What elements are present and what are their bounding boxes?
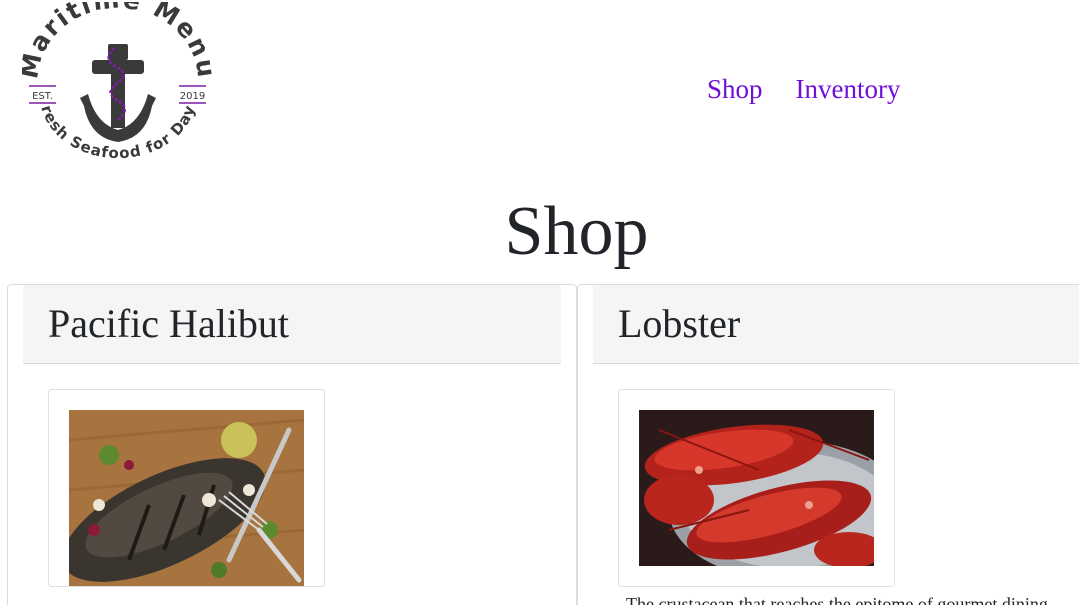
card-header: Pacific Halibut	[23, 285, 561, 364]
svg-text:2019: 2019	[180, 91, 205, 102]
main-nav: Shop Inventory	[707, 72, 901, 106]
grilled-fish-photo-icon	[69, 410, 304, 586]
nav-link-shop[interactable]: Shop	[707, 72, 763, 106]
svg-text:EST.: EST.	[32, 91, 53, 102]
product-description: The crustacean that reaches the epitome …	[626, 594, 1048, 605]
page-title: Shop	[504, 193, 649, 270]
site-logo[interactable]: Maritime Menu Fresh Seafood for Days EST…	[22, 2, 212, 174]
product-title: Lobster	[618, 301, 741, 346]
nav-link-inventory[interactable]: Inventory	[796, 72, 901, 106]
anchor-logo-icon: Maritime Menu Fresh Seafood for Days EST…	[22, 2, 212, 162]
product-thumbnail[interactable]	[48, 389, 325, 587]
page: Maritime Menu Fresh Seafood for Days EST…	[0, 0, 1079, 605]
lobster-photo-icon	[639, 410, 874, 566]
product-card-pacific-halibut[interactable]: Pacific Halibut	[7, 284, 577, 605]
product-card-lobster[interactable]: Lobster The crustacean that reaches the …	[577, 284, 1079, 605]
product-thumbnail[interactable]	[618, 389, 895, 587]
product-title: Pacific Halibut	[48, 301, 290, 346]
card-header: Lobster	[593, 285, 1079, 364]
